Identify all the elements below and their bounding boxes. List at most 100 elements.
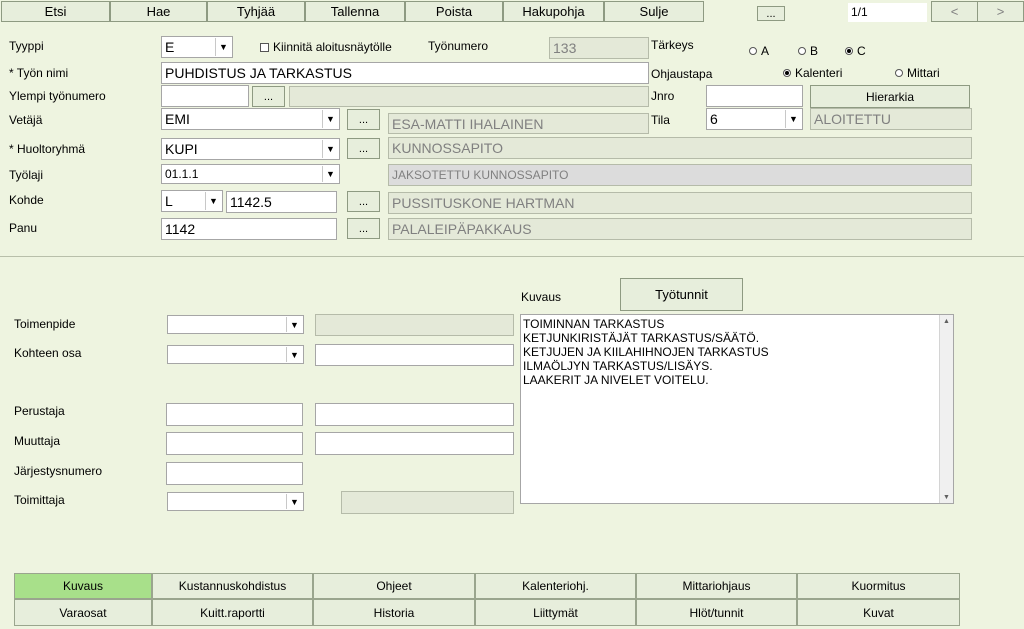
huoltoryhma-value: KUPI	[165, 141, 198, 157]
tab-mittariohjaus[interactable]: Mittariohjaus	[636, 573, 797, 599]
vetaja-value: EMI	[165, 111, 190, 127]
perustaja-input[interactable]	[166, 403, 303, 426]
vetaja-select[interactable]: EMI ▼	[161, 108, 340, 130]
tyon-nimi-input[interactable]: PUHDISTUS JA TARKASTUS	[161, 62, 649, 84]
tarkeys-label: Tärkeys	[651, 38, 694, 52]
kuvaus-line: KETJUNKIRISTÄJÄT TARKASTUS/SÄÄTÖ.	[523, 331, 760, 345]
tyyppi-label: Tyyppi	[9, 39, 44, 53]
sulje-button[interactable]: Sulje	[604, 1, 704, 22]
ylempi-name-field	[289, 86, 649, 107]
kuvaus-scrollbar[interactable]: ▲ ▼	[939, 315, 953, 503]
ylempi-label: Ylempi työnumero	[9, 89, 106, 103]
panu-label: Panu	[9, 221, 38, 235]
jnro-input[interactable]	[706, 85, 803, 107]
tyhjaa-button[interactable]: Tyhjää	[207, 1, 305, 22]
prev-record-button[interactable]: <	[931, 1, 978, 22]
kuvaus-line: ILMAÖLJYN TARKASTUS/LISÄYS.	[523, 359, 713, 373]
jarjestysnumero-input[interactable]	[166, 462, 303, 485]
hierarkia-button[interactable]: Hierarkia	[810, 85, 970, 108]
tarkeys-radio-a[interactable]: A	[749, 44, 769, 58]
tab-kalenteriohj[interactable]: Kalenteriohj.	[475, 573, 636, 599]
more-button[interactable]: ...	[757, 6, 785, 21]
huoltoryhma-label: * Huoltoryhmä	[9, 142, 86, 156]
tila-label: Tila	[651, 113, 670, 127]
radio-icon	[749, 47, 757, 55]
tab-liittymat[interactable]: Liittymät	[475, 599, 636, 626]
kohteen-osa-select[interactable]: ▼	[167, 345, 304, 364]
tab-kuvaus[interactable]: Kuvaus	[14, 573, 152, 599]
chevron-down-icon: ▼	[322, 166, 338, 182]
section-divider	[0, 256, 1024, 257]
tab-kustannuskohdistus[interactable]: Kustannuskohdistus	[152, 573, 313, 599]
tyon-nimi-label: * Työn nimi	[9, 66, 69, 80]
ylempi-input[interactable]	[161, 85, 249, 107]
perustaja-date-input[interactable]	[315, 403, 514, 426]
toimittaja-select[interactable]: ▼	[167, 492, 304, 511]
tab-varaosat[interactable]: Varaosat	[14, 599, 152, 626]
ohjaustapa-radio-mittari[interactable]: Mittari	[895, 66, 940, 80]
toimenpide-select[interactable]: ▼	[167, 315, 304, 334]
kohde-lookup-button[interactable]: ...	[347, 191, 380, 212]
tila-select[interactable]: 6 ▼	[706, 108, 803, 130]
tarkeys-radio-b[interactable]: B	[798, 44, 818, 58]
perustaja-label: Perustaja	[14, 404, 65, 418]
tyyppi-value: E	[165, 39, 175, 55]
radio-selected-icon	[783, 69, 791, 77]
tyolaji-select[interactable]: 01.1.1 ▼	[161, 164, 340, 184]
tab-kuormitus[interactable]: Kuormitus	[797, 573, 960, 599]
muuttaja-input[interactable]	[166, 432, 303, 455]
huoltoryhma-lookup-button[interactable]: ...	[347, 138, 380, 159]
vetaja-label: Vetäjä	[9, 113, 43, 127]
radio-label: Kalenteri	[795, 66, 843, 80]
tarkeys-radio-c[interactable]: C	[845, 44, 866, 58]
kuvaus-textarea[interactable]: TOIMINNAN TARKASTUS KETJUNKIRISTÄJÄT TAR…	[520, 314, 954, 504]
kuvaus-line: LAAKERIT JA NIVELET VOITELU.	[523, 373, 709, 387]
chevron-down-icon: ▼	[286, 494, 302, 509]
scroll-up-icon[interactable]: ▲	[940, 315, 953, 327]
etsi-button[interactable]: Etsi	[1, 1, 110, 22]
poista-button[interactable]: Poista	[405, 1, 503, 22]
radio-icon	[798, 47, 806, 55]
kohteen-osa-name-input[interactable]	[315, 344, 514, 366]
kiinnita-checkbox[interactable]: Kiinnitä aloitusnäytölle	[260, 40, 392, 54]
toimenpide-name-field	[315, 314, 514, 336]
panu-lookup-button[interactable]: ...	[347, 218, 380, 239]
radio-label: Mittari	[907, 66, 940, 80]
kohde-type-select[interactable]: L ▼	[161, 190, 223, 212]
tab-historia[interactable]: Historia	[313, 599, 475, 626]
tila-name-field: ALOITETTU	[810, 108, 972, 130]
jnro-label: Jnro	[651, 89, 675, 103]
radio-icon	[895, 69, 903, 77]
ylempi-lookup-button[interactable]: ...	[252, 86, 285, 107]
tab-hlot-tunnit[interactable]: Hlöt/tunnit	[636, 599, 797, 626]
muuttaja-date-input[interactable]	[315, 432, 514, 455]
kohteen-osa-label: Kohteen osa	[14, 346, 82, 360]
next-record-button[interactable]: >	[977, 1, 1024, 22]
record-counter: 1/1	[848, 3, 927, 22]
panu-name-field: PALALEIPÄPAKKAUS	[388, 218, 972, 240]
hakupohja-button[interactable]: Hakupohja	[503, 1, 604, 22]
panu-input[interactable]: 1142	[161, 218, 337, 240]
kohde-input[interactable]: 1142.5	[226, 191, 337, 213]
tab-kuitt-raportti[interactable]: Kuitt.raportti	[152, 599, 313, 626]
tila-value: 6	[710, 111, 718, 127]
jarjestysnumero-label: Järjestysnumero	[14, 464, 103, 478]
tab-kuvat[interactable]: Kuvat	[797, 599, 960, 626]
ohjaustapa-radio-kalenteri[interactable]: Kalenteri	[783, 66, 842, 80]
vetaja-lookup-button[interactable]: ...	[347, 109, 380, 130]
scroll-down-icon[interactable]: ▼	[940, 491, 953, 503]
tyyppi-select[interactable]: E ▼	[161, 36, 233, 58]
ohjaustapa-label: Ohjaustapa	[651, 67, 713, 81]
kuvaus-line: KETJUJEN JA KIILAHIHNOJEN TARKASTUS	[523, 345, 769, 359]
tyolaji-name-field: JAKSOTETTU KUNNOSSAPITO	[388, 164, 972, 186]
tab-ohjeet[interactable]: Ohjeet	[313, 573, 475, 599]
radio-selected-icon	[845, 47, 853, 55]
kiinnita-label: Kiinnitä aloitusnäytölle	[273, 40, 392, 54]
tyotunnit-button[interactable]: Työtunnit	[620, 278, 743, 311]
hae-button[interactable]: Hae	[110, 1, 207, 22]
huoltoryhma-select[interactable]: KUPI ▼	[161, 138, 340, 160]
tallenna-button[interactable]: Tallenna	[305, 1, 405, 22]
tyonumero-label: Työnumero	[428, 39, 489, 53]
tyolaji-value: 01.1.1	[165, 167, 199, 181]
kohde-type-value: L	[165, 193, 173, 209]
